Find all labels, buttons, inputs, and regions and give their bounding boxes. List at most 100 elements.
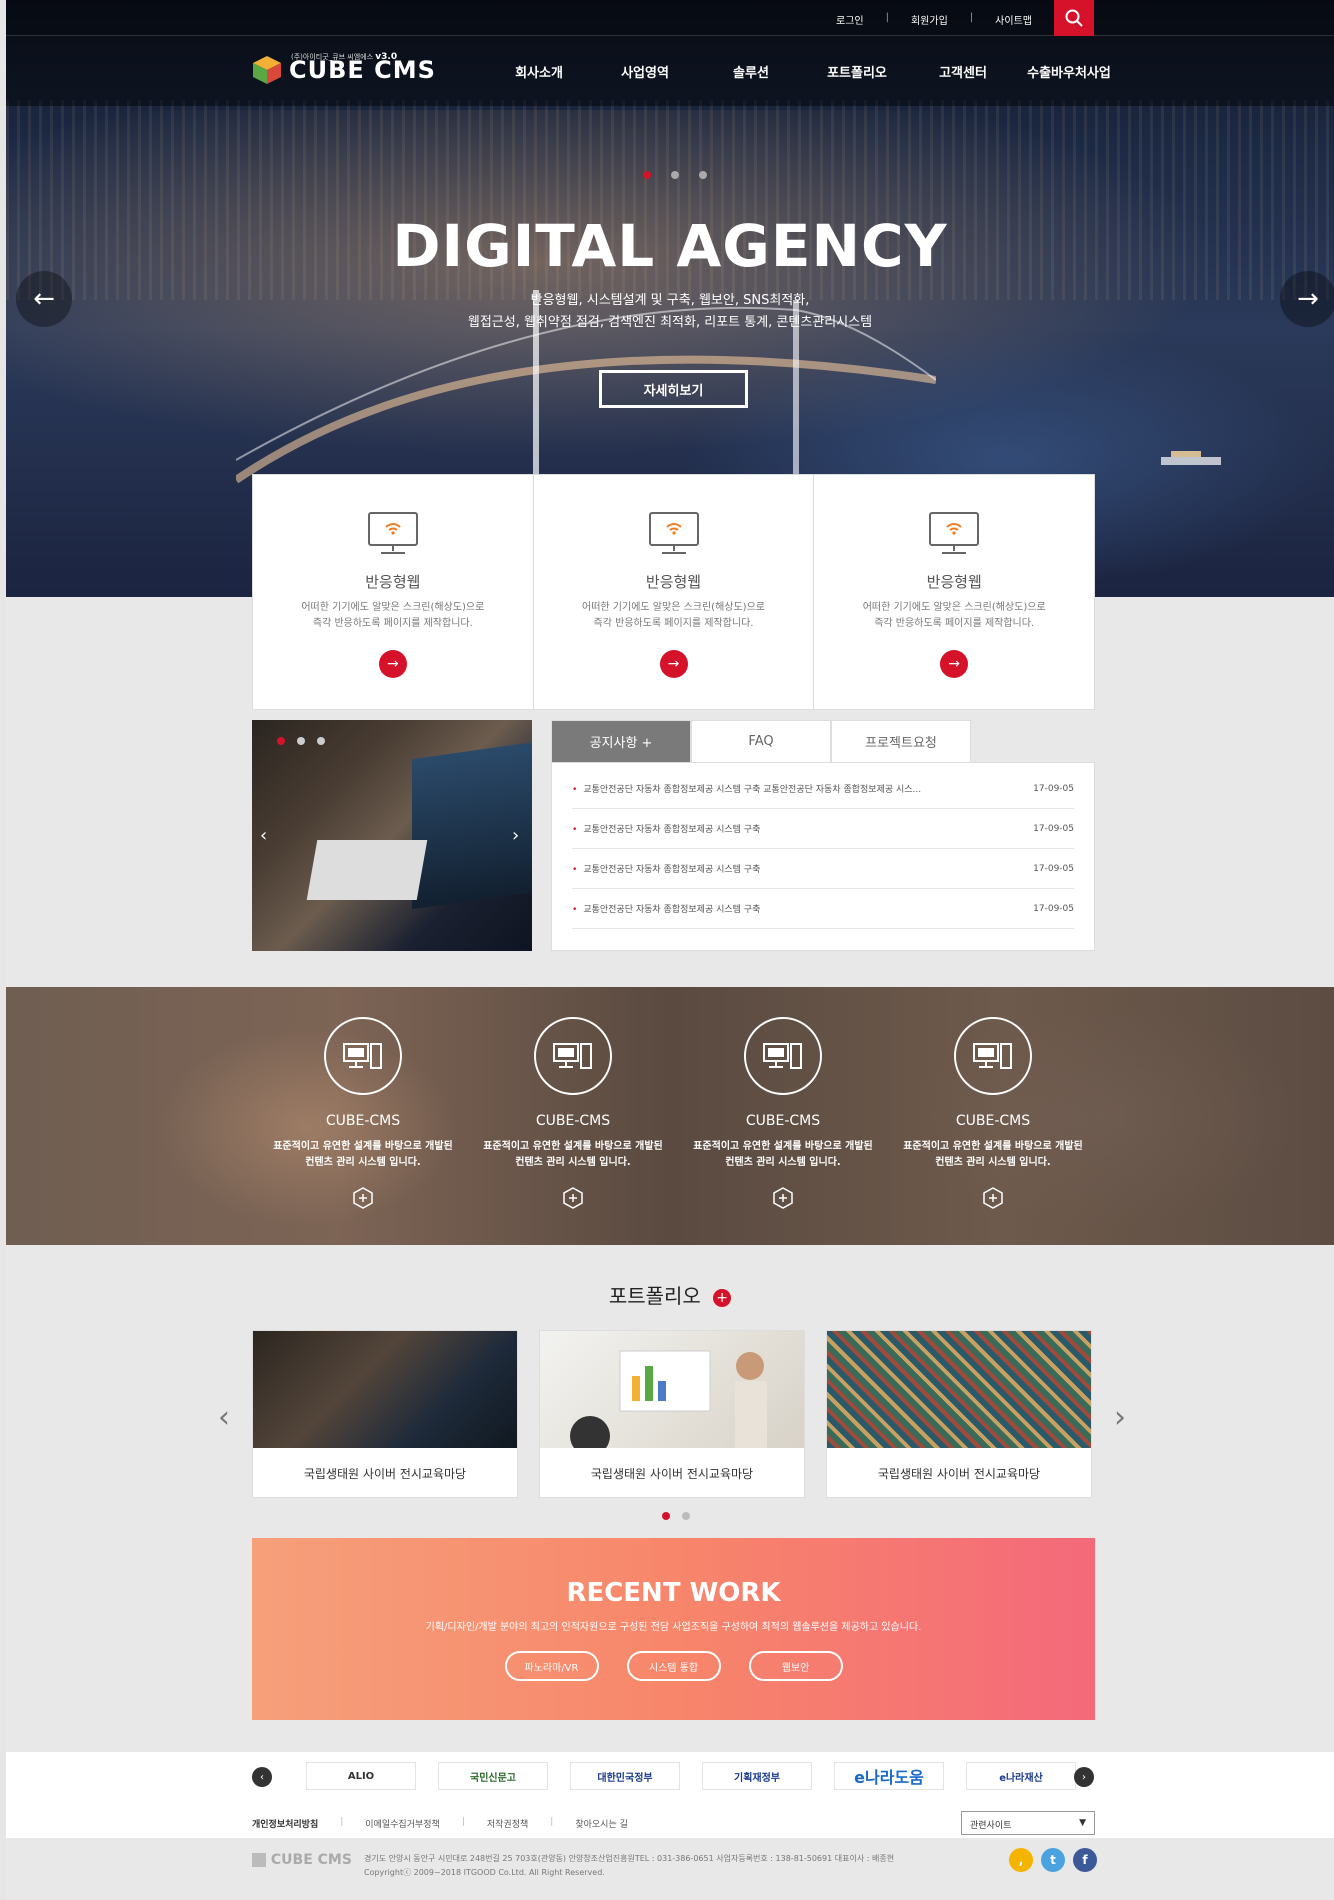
feature-title: 반응형웹 [645, 573, 702, 591]
partner-next-button[interactable]: › [1074, 1767, 1094, 1787]
tab-notice[interactable]: 공지사항 + [551, 720, 691, 762]
partner-logo[interactable]: 대한민국정부 [570, 1762, 680, 1790]
hero-dot[interactable] [699, 171, 707, 179]
footer-logo: CUBE CMS [252, 1852, 352, 1868]
list-item[interactable]: 교통안전공단 자동차 종합정보제공 시스템 구축 교통안전공단 자동차 종합정보… [572, 769, 1074, 809]
menu-item-company[interactable]: 회사소개 [486, 62, 592, 81]
recent-desc: 기획/디자인/개발 분야의 최고의 인적자원으로 구성된 전담 사업조직을 구성… [425, 1622, 922, 1633]
photo-next-button[interactable]: › [512, 825, 519, 846]
copyright-policy-link[interactable]: 저작권정책 [487, 1817, 528, 1830]
feature-desc: 어떠한 기기에도 알맞은 스크린(해상도)으로 즉각 반응하도록 페이지를 제작합… [582, 602, 765, 629]
portfolio-dot[interactable] [662, 1512, 670, 1520]
feature-more-button[interactable]: → [940, 650, 969, 678]
computer-icon [954, 1017, 1032, 1095]
partner-logo[interactable]: e나라재산 [966, 1762, 1076, 1790]
cube-logo-icon [253, 56, 281, 84]
facebook-icon[interactable]: f [1073, 1848, 1097, 1872]
recent-work-banner: RECENT WORK 기획/디자인/개발 분야의 최고의 인적자원으로 구성된… [252, 1538, 1095, 1720]
menu-item-portfolio[interactable]: 포트폴리오 [804, 62, 910, 81]
cube-logo-icon [252, 1853, 266, 1867]
photo-dot[interactable] [297, 737, 305, 745]
main-nav: CUBE CMS (주)아이티굿_큐브 씨엠에스 v3.0 회사소개 사업영역 … [6, 36, 1334, 106]
portfolio-title: 포트폴리오 + [6, 1280, 1334, 1309]
signup-link[interactable]: 회원가입 [911, 12, 948, 27]
hero-pagination [643, 171, 707, 179]
hero-prev-button[interactable]: ← [16, 271, 72, 327]
hex-plus-icon[interactable] [982, 1187, 1004, 1209]
menu: 회사소개 사업영역 솔루션 포트폴리오 고객센터 수출바우처사업 [486, 62, 1122, 81]
privacy-policy-link[interactable]: 개인정보처리방침 [252, 1817, 318, 1830]
portfolio-next-button[interactable]: › [1114, 1400, 1126, 1435]
hero-dot[interactable] [643, 171, 651, 179]
photo-dot[interactable] [317, 737, 325, 745]
portfolio-card[interactable]: 국립생태원 사이버 전시교육마당 [252, 1330, 518, 1498]
computer-icon [324, 1017, 402, 1095]
top-bar: 로그인 | 회원가입 | 사이트맵 [6, 0, 1334, 36]
hero-more-button[interactable]: 자세히보기 [599, 370, 748, 408]
partner-bar: ‹ ALIO 국민신문고 대한민국정부 기획재정부 e나라도움 e나라재산 › [6, 1752, 1334, 1838]
portfolio-card[interactable]: 국립생태원 사이버 전시교육마당 [826, 1330, 1092, 1498]
feature-card: 반응형웹 어떠한 기기에도 알맞은 스크린(해상도)으로 즉각 반응하도록 페이지… [253, 475, 534, 709]
service-title: CUBE-CMS [535, 1113, 611, 1129]
feature-more-button[interactable]: → [378, 650, 407, 678]
partner-logo[interactable]: e나라도움 [834, 1762, 944, 1790]
partner-prev-button[interactable]: ‹ [252, 1767, 272, 1787]
menu-item-support[interactable]: 고객센터 [910, 62, 1016, 81]
plus-icon[interactable]: + [713, 1288, 732, 1307]
partner-logo[interactable]: 기획재정부 [702, 1762, 812, 1790]
menu-item-business[interactable]: 사업영역 [592, 62, 698, 81]
list-item[interactable]: 교통안전공단 자동차 종합정보제공 시스템 구축17-09-05 [572, 889, 1074, 929]
hero-dot[interactable] [671, 171, 679, 179]
portfolio-pagination [662, 1512, 690, 1520]
service-item: CUBE-CMS 표준적이고 유연한 설계를 바탕으로 개발된 컨텐츠 관리 시스… [258, 1017, 468, 1213]
portfolio-dot[interactable] [682, 1512, 690, 1520]
monitor-wifi-icon [367, 512, 418, 554]
recent-title: RECENT WORK [566, 1578, 781, 1608]
email-refusal-link[interactable]: 이메일수집거부정책 [365, 1817, 440, 1830]
feature-more-button[interactable]: → [659, 650, 688, 678]
web-security-button[interactable]: 웹보안 [748, 1651, 843, 1681]
partner-logo[interactable]: 국민신문고 [438, 1762, 548, 1790]
search-button[interactable] [1054, 0, 1094, 36]
service-item: CUBE-CMS 표준적이고 유연한 설계를 바탕으로 개발된 컨텐츠 관리 시스… [678, 1017, 888, 1213]
partner-logo[interactable]: ALIO [306, 1762, 416, 1790]
hex-plus-icon[interactable] [562, 1187, 584, 1209]
service-desc: 표준적이고 유연한 설계를 바탕으로 개발된 컨텐츠 관리 시스템 입니다. [903, 1141, 1083, 1168]
photo-dot[interactable] [277, 737, 285, 745]
chevron-down-icon: ▼ [1079, 1818, 1086, 1828]
computer-icon [534, 1017, 612, 1095]
service-item: CUBE-CMS 표준적이고 유연한 설계를 바탕으로 개발된 컨텐츠 관리 시스… [888, 1017, 1098, 1213]
related-sites-select[interactable]: 관련사이트 ▼ [961, 1811, 1095, 1835]
list-item[interactable]: 교통안전공단 자동차 종합정보제공 시스템 구축17-09-05 [572, 849, 1074, 889]
board-tabs: 공지사항 + FAQ 프로젝트요청 [551, 720, 971, 762]
service-band: CUBE-CMS 표준적이고 유연한 설계를 바탕으로 개발된 컨텐츠 관리 시스… [6, 987, 1334, 1245]
portfolio-image [540, 1331, 804, 1456]
service-item: CUBE-CMS 표준적이고 유연한 설계를 바탕으로 개발된 컨텐츠 관리 시스… [468, 1017, 678, 1213]
menu-item-solution[interactable]: 솔루션 [698, 62, 804, 81]
feature-title: 반응형웹 [926, 573, 982, 591]
menu-item-export[interactable]: 수출바우처사업 [1016, 62, 1122, 81]
list-item[interactable]: 교통안전공단 자동차 종합정보제공 시스템 구축17-09-05 [572, 809, 1074, 849]
logo[interactable]: CUBE CMS (주)아이티굿_큐브 씨엠에스 v3.0 [251, 52, 436, 86]
twitter-icon[interactable]: t [1041, 1848, 1065, 1872]
directions-link[interactable]: 찾아오시는 길 [575, 1817, 628, 1830]
login-link[interactable]: 로그인 [836, 12, 864, 27]
portfolio-card[interactable]: 국립생태원 사이버 전시교육마당 [539, 1330, 805, 1498]
system-integration-button[interactable]: 시스템 통합 [626, 1651, 721, 1681]
hex-plus-icon[interactable] [352, 1187, 374, 1209]
feature-desc: 어떠한 기기에도 알맞은 스크린(해상도)으로 즉각 반응하도록 페이지를 제작합… [862, 602, 1046, 629]
tab-faq[interactable]: FAQ [691, 720, 831, 762]
footer-links: 개인정보처리방침 | 이메일수집거부정책 | 저작권정책 | 찾아오시는 길 [252, 1817, 628, 1830]
hex-plus-icon[interactable] [772, 1187, 794, 1209]
portfolio-prev-button[interactable]: ‹ [218, 1400, 230, 1435]
tab-project-request[interactable]: 프로젝트요청 [831, 720, 971, 762]
kakao-icon[interactable]: , [1009, 1848, 1033, 1872]
arrow-right-icon: → [386, 656, 399, 672]
sitemap-link[interactable]: 사이트맵 [995, 12, 1032, 27]
arrow-right-icon: → [948, 656, 961, 672]
panorama-vr-button[interactable]: 파노라마/VR [504, 1651, 599, 1681]
arrow-left-icon: ← [33, 284, 55, 314]
service-title: CUBE-CMS [325, 1113, 401, 1129]
photo-prev-button[interactable]: ‹ [260, 825, 267, 846]
hero-next-button[interactable]: → [1280, 271, 1334, 327]
